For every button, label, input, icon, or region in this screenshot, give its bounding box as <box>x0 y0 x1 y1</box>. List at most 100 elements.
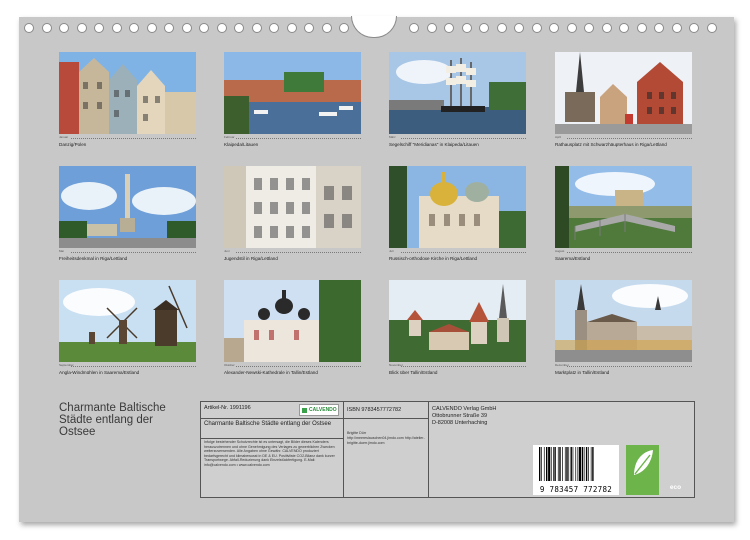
binding-hole <box>426 23 437 33</box>
leaf-icon <box>634 450 653 475</box>
binding-hole <box>619 23 629 33</box>
mini-calendar: Juni <box>224 249 361 256</box>
calvendo-logo: CALVENDO <box>299 404 339 416</box>
photo-caption: Jugendstil in Riga/Lettland <box>224 256 278 261</box>
binding-hole <box>479 23 489 33</box>
photo-orthodoxe-kirche <box>389 166 526 248</box>
photo-newski-kathedrale <box>224 280 361 362</box>
binding-hole <box>111 23 122 33</box>
mini-calendar: September <box>59 363 196 370</box>
mini-calendar: Februar <box>224 135 361 142</box>
binding-hole <box>549 23 559 33</box>
photo-tile-june[interactable]: Juni Jugendstil in Riga/Lettland <box>224 166 361 262</box>
publisher-name: CALVENDO Verlag GmbH <box>432 406 497 412</box>
photo-tile-february[interactable]: Februar Klaipeda/Litauen <box>224 52 361 148</box>
photo-tile-january[interactable]: Januar Danzig/Polen <box>59 52 196 148</box>
photo-marktplatz <box>555 280 692 362</box>
photo-tile-september[interactable]: September Angla-Windmühlen in Saarema/Es… <box>59 280 196 376</box>
binding-hole <box>654 23 664 33</box>
photo-tile-april[interactable]: April Rathausplatz mit Schwarzhäupterhau… <box>555 52 692 148</box>
binding-hole <box>566 23 577 33</box>
mini-calendar: Januar <box>59 135 196 142</box>
binding-hole <box>24 23 34 33</box>
photo-freiheitsdenkmal <box>59 166 196 248</box>
photo-caption: Angla-Windmühlen in Saarema/Estland <box>59 370 140 375</box>
mini-calendar: August <box>555 249 692 256</box>
product-info-box: Artikel-Nr. 1991196 CALVENDO Charmante B… <box>200 401 695 498</box>
mini-calendar: November <box>389 363 526 370</box>
binding-hole <box>601 23 612 33</box>
binding-hole <box>689 23 699 33</box>
photo-tile-december[interactable]: Dezember Marktplatz in Tallin/Estland <box>555 280 692 376</box>
isbn: ISBN 9783457772782 <box>347 407 402 413</box>
photo-tile-may[interactable]: Mai Freiheitsdenkmal in Riga/Lettland <box>59 166 196 262</box>
publisher-city: D-82008 Unterhaching <box>432 420 488 426</box>
binding-hole <box>59 23 69 33</box>
binding-hole <box>269 23 279 33</box>
product-title: Charmante Baltische Städte entlang der O… <box>204 421 332 427</box>
binding-hole <box>76 23 87 33</box>
photo-jugendstil <box>224 166 361 248</box>
barcode-bars <box>539 447 594 481</box>
photo-caption: Marktplatz in Tallin/Estland <box>555 370 610 375</box>
photo-tile-november[interactable]: November Blick über Tallin/Estland <box>389 280 526 376</box>
binding-hole <box>444 23 454 33</box>
mini-calendar: Dezember <box>555 363 692 370</box>
mini-calendar: April <box>555 135 692 142</box>
mini-calendar: Juli <box>389 249 526 256</box>
binding-hole <box>216 23 227 33</box>
binding-hole <box>584 23 594 33</box>
binding-hole <box>514 23 524 33</box>
calvendo-logo-icon <box>302 408 307 413</box>
binding-hole <box>531 23 542 33</box>
binding-hole <box>164 23 174 33</box>
photo-tile-march[interactable]: März Segelschiff "Meridianas" in Klaiped… <box>389 52 526 148</box>
binding-hole <box>636 23 647 33</box>
binding-hole <box>409 23 419 33</box>
binding-hole <box>181 23 192 33</box>
binding-hole <box>706 23 717 33</box>
publisher-column: CALVENDO Verlag GmbH Ottobrunner Straße … <box>429 402 694 497</box>
photo-tile-july[interactable]: Juli Russisch-orthodoxe Kirche in Riga/L… <box>389 166 526 262</box>
binding-hole <box>146 23 157 33</box>
binding-hole <box>496 23 507 33</box>
binding-hole <box>41 23 52 33</box>
eco-badge: eco <box>626 445 681 495</box>
photo-caption: Freiheitsdenkmal in Riga/Lettland <box>59 256 128 261</box>
binding-hole <box>129 23 139 33</box>
mini-calendar: Oktober <box>224 363 361 370</box>
article-column: Artikel-Nr. 1991196 CALVENDO Charmante B… <box>201 402 344 497</box>
binding-hole <box>321 23 332 33</box>
photo-caption: Blick über Tallin/Estland <box>389 370 438 375</box>
photo-tile-october[interactable]: Oktober Alexander-Newski-Kathedrale in T… <box>224 280 361 376</box>
binding-hole <box>234 23 244 33</box>
photo-caption: Rathausplatz mit Schwarzhäupterhaus in R… <box>555 142 667 147</box>
photo-rathausplatz <box>555 52 692 134</box>
photo-caption: Saarema/Estland <box>555 256 591 261</box>
binding-hole <box>94 23 104 33</box>
calendar-back-page: Januar Danzig/Polen Februar Klaipeda/Lit… <box>19 16 734 522</box>
article-number: Artikel-Nr. 1991196 <box>204 405 251 411</box>
isbn-barcode: 9 783457 772782 <box>533 445 619 495</box>
publisher-street: Ottobrunner Straße 39 <box>432 413 488 419</box>
photo-tile-august[interactable]: August Saarema/Estland <box>555 166 692 262</box>
binding-hole <box>199 23 209 33</box>
photo-caption: Russisch-orthodoxe Kirche in Riga/Lettla… <box>389 256 478 261</box>
photo-caption: Danzig/Polen <box>59 142 87 147</box>
binding-hole <box>339 23 349 33</box>
mini-calendar: März <box>389 135 526 142</box>
calendar-title: Charmante Baltische Städte entlang der O… <box>59 402 166 438</box>
photo-windmuehlen <box>59 280 196 362</box>
author-name: Brigitte Dürr <box>347 431 367 435</box>
photo-caption: Klaipeda/Litauen <box>224 142 259 147</box>
binding-hole <box>461 23 472 33</box>
barcode-digits: 9 783457 772782 <box>539 485 613 494</box>
photo-klaipeda <box>224 52 361 134</box>
photo-caption: Segelschiff "Meridianas" in Klaipeda/Lit… <box>389 142 479 147</box>
isbn-column: ISBN 9783457772782 Brigitte Dürr http://… <box>344 402 429 497</box>
binding-hole <box>304 23 314 33</box>
binding-hole <box>251 23 262 33</box>
photo-caption: Alexander-Newski-Kathedrale in Tallin/Es… <box>224 370 318 375</box>
photo-segelschiff <box>389 52 526 134</box>
mini-calendar: Mai <box>59 249 196 256</box>
